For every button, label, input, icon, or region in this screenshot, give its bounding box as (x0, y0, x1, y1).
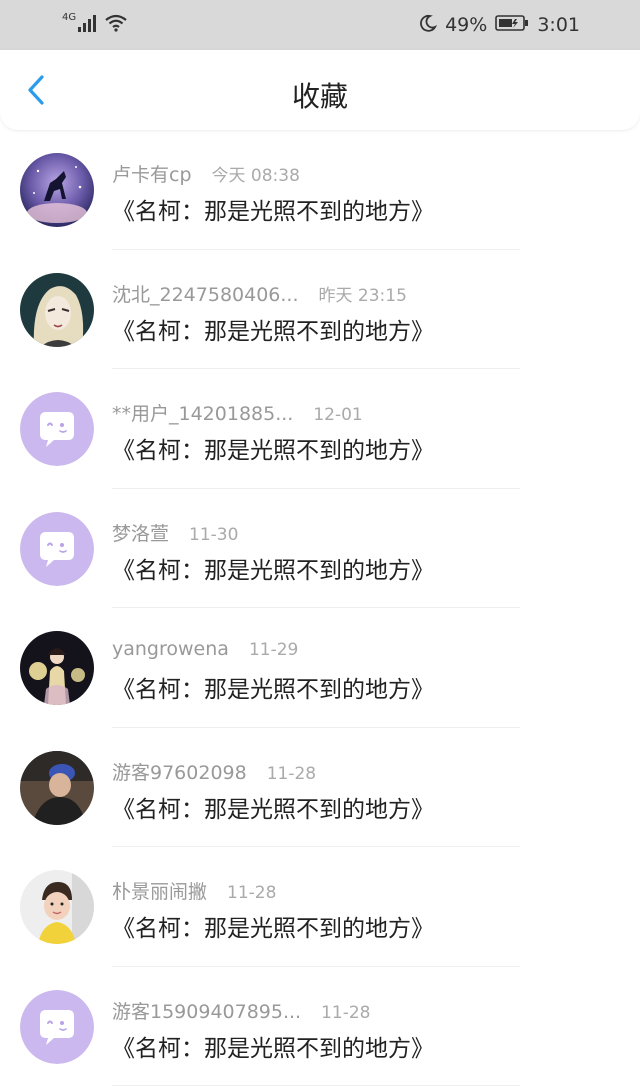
avatar[interactable] (20, 273, 94, 347)
timestamp: 11-28 (321, 1003, 370, 1023)
avatar[interactable] (20, 392, 94, 466)
status-left: 4G (62, 14, 128, 37)
favorite-title[interactable]: 《名柯：那是光照不到的地方》 (112, 790, 434, 824)
favorite-title[interactable]: 《名柯：那是光照不到的地方》 (112, 312, 434, 346)
costume-avatar-icon (20, 631, 94, 705)
clock: 3:01 (537, 14, 580, 36)
timestamp: 11-29 (249, 640, 298, 660)
favorite-title[interactable]: 《名柯：那是光照不到的地方》 (112, 431, 434, 465)
avatar[interactable] (20, 512, 94, 586)
list-item[interactable]: 游客15909407895... 11-28 《名柯：那是光照不到的地方》 (0, 967, 640, 1086)
username[interactable]: 游客97602098 (112, 758, 247, 785)
item-meta: 游客97602098 11-28 (112, 758, 316, 785)
network-label: 4G (62, 12, 76, 23)
list-item[interactable]: 梦洛萱 11-30 《名柯：那是光照不到的地方》 (0, 489, 640, 609)
list-item[interactable]: 卢卡有cp 今天 08:38 《名柯：那是光照不到的地方》 (0, 130, 640, 250)
anime-avatar-icon (20, 273, 94, 347)
item-meta: 卢卡有cp 今天 08:38 (112, 160, 300, 187)
photo-avatar-icon (20, 751, 94, 825)
item-meta: 朴景丽闹撇 11-28 (112, 877, 276, 904)
list-item[interactable]: yangrowena 11-29 《名柯：那是光照不到的地方》 (0, 608, 640, 728)
default-avatar-icon (20, 512, 94, 586)
username[interactable]: yangrowena (112, 638, 229, 660)
item-meta: **用户_14201885... 12-01 (112, 399, 363, 426)
favorite-title[interactable]: 《名柯：那是光照不到的地方》 (112, 670, 434, 704)
list-item[interactable]: 朴景丽闹撇 11-28 《名柯：那是光照不到的地方》 (0, 847, 640, 967)
username[interactable]: **用户_14201885... (112, 399, 293, 426)
list-item[interactable]: 沈北_2247580406... 昨天 23:15 《名柯：那是光照不到的地方》 (0, 250, 640, 370)
favorite-title[interactable]: 《名柯：那是光照不到的地方》 (112, 1029, 434, 1063)
avatar[interactable] (20, 153, 94, 227)
page-title: 收藏 (0, 50, 640, 130)
battery-icon (495, 14, 529, 37)
signal-icon (78, 14, 98, 37)
avatar[interactable] (20, 870, 94, 944)
timestamp: 11-30 (189, 525, 238, 545)
timestamp: 今天 08:38 (212, 161, 300, 186)
item-meta: 游客15909407895... 11-28 (112, 997, 371, 1024)
default-avatar-icon (20, 990, 94, 1064)
header: 收藏 (0, 50, 640, 130)
item-meta: 沈北_2247580406... 昨天 23:15 (112, 280, 407, 307)
status-bar: 4G 49% (0, 0, 640, 50)
username[interactable]: 朴景丽闹撇 (112, 877, 207, 904)
list-item[interactable]: 游客97602098 11-28 《名柯：那是光照不到的地方》 (0, 728, 640, 848)
default-avatar-icon (20, 392, 94, 466)
avatar[interactable] (20, 751, 94, 825)
favorite-title[interactable]: 《名柯：那是光照不到的地方》 (112, 551, 434, 585)
avatar[interactable] (20, 990, 94, 1064)
timestamp: 12-01 (313, 405, 362, 425)
moon-icon (419, 14, 437, 37)
list-item[interactable]: **用户_14201885... 12-01 《名柯：那是光照不到的地方》 (0, 369, 640, 489)
status-right: 49% 3:01 (419, 14, 580, 37)
avatar[interactable] (20, 631, 94, 705)
battery-percent: 49% (445, 14, 487, 36)
timestamp: 11-28 (227, 883, 276, 903)
favorites-list: 卢卡有cp 今天 08:38 《名柯：那是光照不到的地方》 沈北_2247580… (0, 130, 640, 1086)
item-meta: 梦洛萱 11-30 (112, 519, 238, 546)
timestamp: 昨天 23:15 (319, 281, 407, 306)
username[interactable]: 梦洛萱 (112, 519, 169, 546)
child-avatar-icon (20, 870, 94, 944)
item-meta: yangrowena 11-29 (112, 638, 298, 660)
wifi-icon (104, 14, 128, 37)
favorite-title[interactable]: 《名柯：那是光照不到的地方》 (112, 192, 434, 226)
username[interactable]: 游客15909407895... (112, 997, 301, 1024)
username[interactable]: 卢卡有cp (112, 160, 192, 187)
favorite-title[interactable]: 《名柯：那是光照不到的地方》 (112, 909, 434, 943)
username[interactable]: 沈北_2247580406... (112, 280, 299, 307)
unicorn-avatar-icon (20, 153, 94, 227)
timestamp: 11-28 (267, 764, 316, 784)
